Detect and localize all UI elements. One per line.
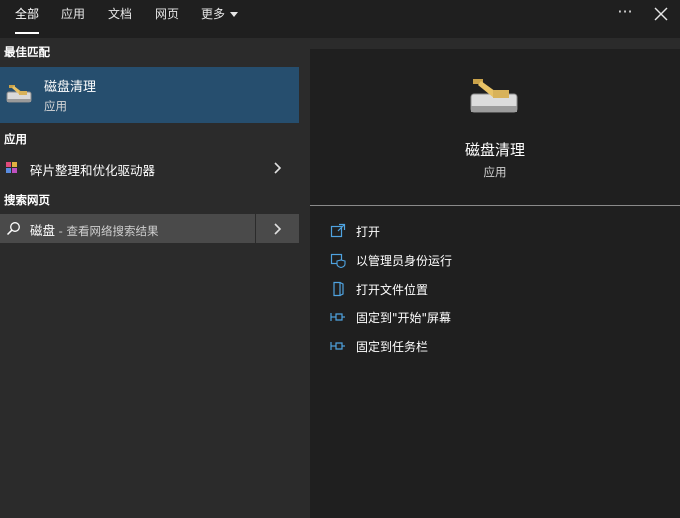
- action-label: 打开文件位置: [356, 283, 429, 297]
- close-icon: [654, 7, 668, 21]
- best-match-header: 最佳匹配: [4, 45, 50, 59]
- app-title: 磁盘清理: [464, 141, 525, 159]
- web-search-query: 磁盘: [30, 223, 56, 238]
- web-search-item[interactable]: 磁盘 - 查看网络搜索结果: [0, 214, 255, 243]
- web-search-expand-button[interactable]: [256, 214, 299, 243]
- chevron-right-icon: [274, 162, 282, 174]
- action-label: 以管理员身份运行: [356, 254, 453, 268]
- run-as-admin-icon: [330, 253, 346, 268]
- details-panel: 磁盘清理 应用 打开 以管理员身份运行 打开文件位置 固定到"开始"屏幕 固定到…: [310, 49, 680, 518]
- divider: [310, 205, 680, 206]
- tab-all[interactable]: 全部: [15, 0, 40, 38]
- action-label: 固定到任务栏: [356, 340, 429, 354]
- tab-label: 网页: [155, 7, 180, 21]
- tab-apps[interactable]: 应用: [61, 0, 85, 38]
- chevron-right-icon: [274, 223, 282, 235]
- tab-label: 文档: [108, 7, 133, 21]
- app-result-defrag[interactable]: 碎片整理和优化驱动器: [0, 153, 299, 183]
- search-icon: [6, 222, 20, 236]
- web-search-label: 磁盘 - 查看网络搜索结果: [30, 220, 158, 239]
- best-match-subtitle: 应用: [44, 99, 67, 113]
- defrag-icon: [6, 162, 17, 173]
- apps-header: 应用: [4, 132, 27, 146]
- tab-label: 全部: [15, 7, 40, 21]
- app-type: 应用: [483, 165, 507, 179]
- action-open-file-location[interactable]: 打开文件位置: [330, 278, 660, 300]
- tab-web[interactable]: 网页: [155, 0, 179, 38]
- tab-label: 更多: [201, 7, 226, 21]
- close-button[interactable]: [650, 3, 672, 25]
- best-match-title: 磁盘清理: [44, 80, 97, 95]
- web-search-header: 搜索网页: [4, 193, 50, 207]
- results-panel: 最佳匹配 磁盘清理 应用 应用 碎片整理和优化驱动器 搜索网页 磁盘 - 查看网…: [0, 38, 299, 518]
- action-label: 打开: [356, 225, 381, 239]
- action-pin-to-start[interactable]: 固定到"开始"屏幕: [330, 306, 660, 328]
- best-match-item[interactable]: 磁盘清理 应用: [0, 67, 299, 123]
- action-open[interactable]: 打开: [330, 220, 660, 242]
- web-search-suffix: - 查看网络搜索结果: [55, 224, 159, 238]
- more-options-button[interactable]: ···: [612, 2, 638, 26]
- pin-icon: [330, 342, 345, 350]
- open-icon: [330, 223, 346, 238]
- disk-cleanup-icon: [470, 79, 518, 113]
- action-pin-to-taskbar[interactable]: 固定到任务栏: [330, 335, 660, 357]
- disk-cleanup-icon: [6, 85, 32, 103]
- file-location-icon: [333, 281, 344, 297]
- tab-label: 应用: [61, 7, 86, 21]
- chevron-down-icon: [230, 12, 239, 17]
- pin-icon: [330, 313, 345, 321]
- tab-more[interactable]: 更多: [201, 0, 239, 38]
- tab-documents[interactable]: 文档: [108, 0, 132, 38]
- app-result-label: 碎片整理和优化驱动器: [30, 163, 156, 178]
- action-run-as-admin[interactable]: 以管理员身份运行: [330, 249, 660, 271]
- search-tabs-bar: 全部 应用 文档 网页 更多 ···: [0, 0, 680, 38]
- action-label: 固定到"开始"屏幕: [356, 311, 452, 325]
